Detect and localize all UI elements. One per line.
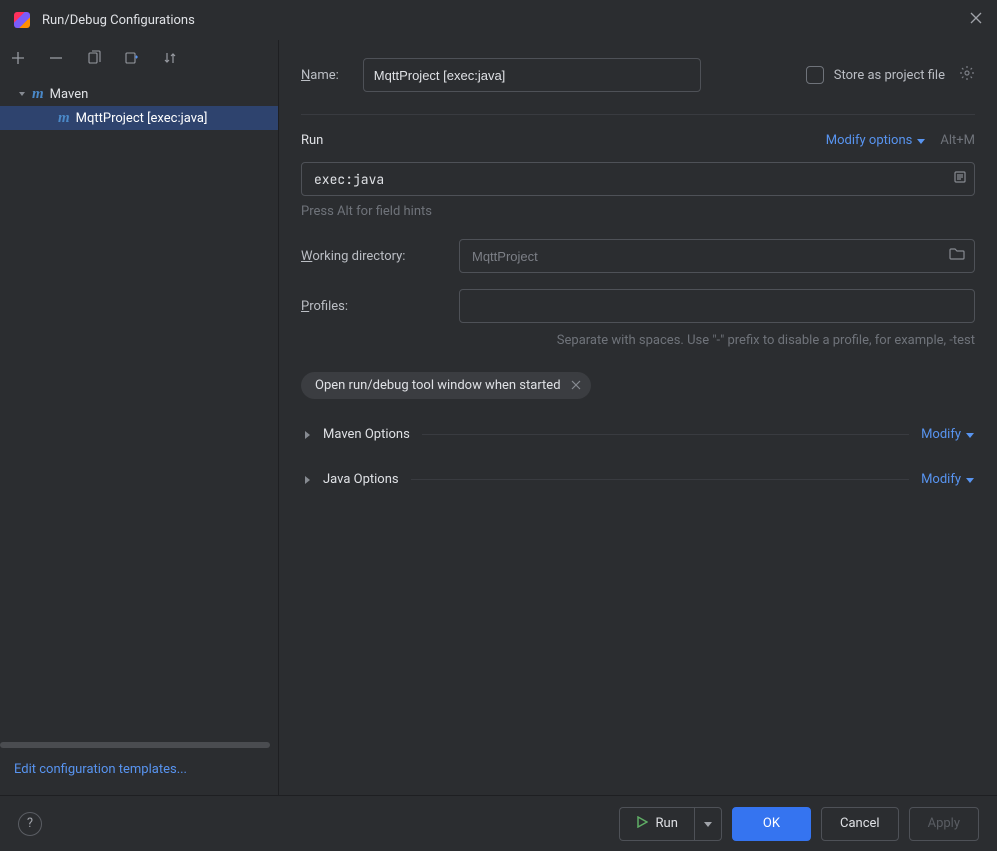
remove-configuration-icon[interactable] (46, 48, 66, 68)
chip-close-icon[interactable] (571, 379, 581, 393)
chevron-right-icon (301, 474, 313, 486)
play-icon (636, 816, 648, 832)
sidebar-scrollbar[interactable] (0, 740, 278, 750)
gear-icon[interactable] (959, 65, 975, 85)
tree-item-label: MqttProject [exec:java] (76, 111, 208, 126)
titlebar: Run/Debug Configurations (0, 0, 997, 40)
java-options-section[interactable]: Java Options Modify (301, 472, 975, 487)
working-dir-label: Working directory: (301, 249, 445, 264)
tree-group-label: Maven (50, 87, 89, 102)
copy-configuration-icon[interactable] (84, 48, 104, 68)
name-input[interactable] (363, 58, 701, 92)
chevron-right-icon (301, 429, 313, 441)
store-label: Store as project file (834, 68, 945, 83)
name-label: Name: (301, 68, 339, 83)
run-dropdown-button[interactable] (694, 807, 722, 841)
profiles-hint: Separate with spaces. Use "-" prefix to … (459, 333, 975, 348)
configuration-tree[interactable]: m Maven m MqttProject [exec:java] (0, 76, 278, 740)
cancel-button[interactable]: Cancel (821, 807, 899, 841)
add-configuration-icon[interactable] (8, 48, 28, 68)
sidebar-toolbar (0, 40, 278, 76)
chevron-down-icon (703, 819, 713, 829)
maven-options-section[interactable]: Maven Options Modify (301, 427, 975, 442)
java-modify-link[interactable]: Modify (921, 472, 975, 487)
run-command-input[interactable] (301, 162, 975, 196)
sort-icon[interactable] (160, 48, 180, 68)
modify-shortcut: Alt+M (940, 133, 975, 148)
tree-item-mqttproject[interactable]: m MqttProject [exec:java] (0, 106, 278, 130)
maven-modify-link[interactable]: Modify (921, 427, 975, 442)
maven-icon: m (58, 110, 70, 127)
working-dir-input[interactable] (459, 239, 975, 273)
divider (422, 434, 909, 435)
maven-icon: m (32, 86, 44, 103)
bottombar: ? Run OK Cancel Apply (0, 795, 997, 851)
maven-options-title: Maven Options (323, 427, 410, 442)
modify-options-link[interactable]: Modify options (826, 133, 927, 148)
folder-icon[interactable] (949, 247, 965, 265)
divider (301, 114, 975, 115)
expand-field-icon[interactable] (953, 170, 967, 188)
run-button[interactable]: Run (619, 807, 694, 841)
store-as-project-file-checkbox[interactable] (806, 66, 824, 84)
profiles-input[interactable] (459, 289, 975, 323)
profiles-label: Profiles: (301, 299, 445, 314)
edit-templates-link[interactable]: Edit configuration templates... (14, 762, 187, 777)
apply-button[interactable]: Apply (909, 807, 979, 841)
sidebar: m Maven m MqttProject [exec:java] Edit c… (0, 40, 279, 795)
save-configuration-icon[interactable] (122, 48, 142, 68)
run-section-title: Run (301, 133, 323, 148)
chip-label: Open run/debug tool window when started (315, 378, 561, 393)
window-title: Run/Debug Configurations (42, 13, 969, 28)
ok-button[interactable]: OK (732, 807, 811, 841)
divider (411, 479, 909, 480)
close-icon[interactable] (969, 11, 983, 29)
main-panel: Name: Store as project file Run Modify o… (279, 40, 997, 795)
option-chip: Open run/debug tool window when started (301, 372, 591, 399)
app-icon (14, 12, 30, 28)
help-button[interactable]: ? (18, 812, 42, 836)
java-options-title: Java Options (323, 472, 399, 487)
run-hint: Press Alt for field hints (301, 204, 975, 219)
tree-group-maven[interactable]: m Maven (0, 82, 278, 106)
